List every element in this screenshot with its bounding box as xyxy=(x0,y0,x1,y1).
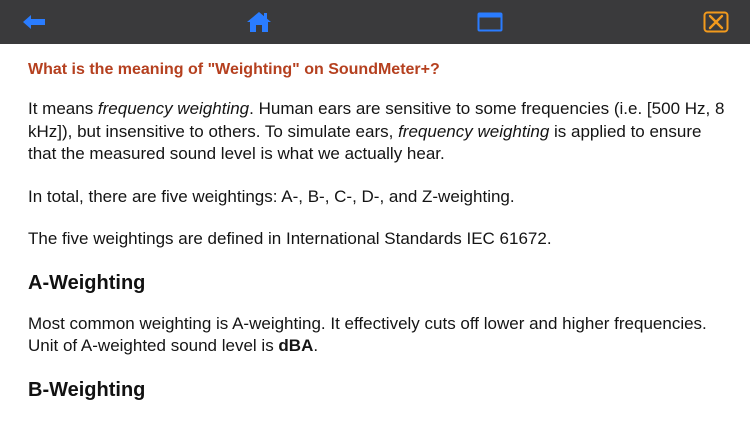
window-icon xyxy=(477,12,503,32)
question-title: What is the meaning of "Weighting" on So… xyxy=(28,61,440,78)
top-toolbar xyxy=(0,0,750,44)
close-icon xyxy=(703,11,729,33)
paragraph-weightings-count: In total, there are five weightings: A-,… xyxy=(28,186,515,206)
back-arrow-icon xyxy=(23,15,45,29)
paragraph-definition: It means frequency weighting. Human ears… xyxy=(28,99,725,163)
home-icon xyxy=(247,12,271,32)
section-heading-a-weighting: A-Weighting xyxy=(28,271,146,294)
section-heading-b-weighting: B-Weighting xyxy=(28,378,146,401)
article-content: What is the meaning of "Weighting" on So… xyxy=(28,60,728,420)
close-button[interactable] xyxy=(700,6,732,38)
window-button[interactable] xyxy=(474,6,506,38)
back-button[interactable] xyxy=(18,6,50,38)
paragraph-standards: The five weightings are defined in Inter… xyxy=(28,229,552,248)
home-button[interactable] xyxy=(243,6,275,38)
paragraph-a-weighting: Most common weighting is A-weighting. It… xyxy=(28,313,707,356)
